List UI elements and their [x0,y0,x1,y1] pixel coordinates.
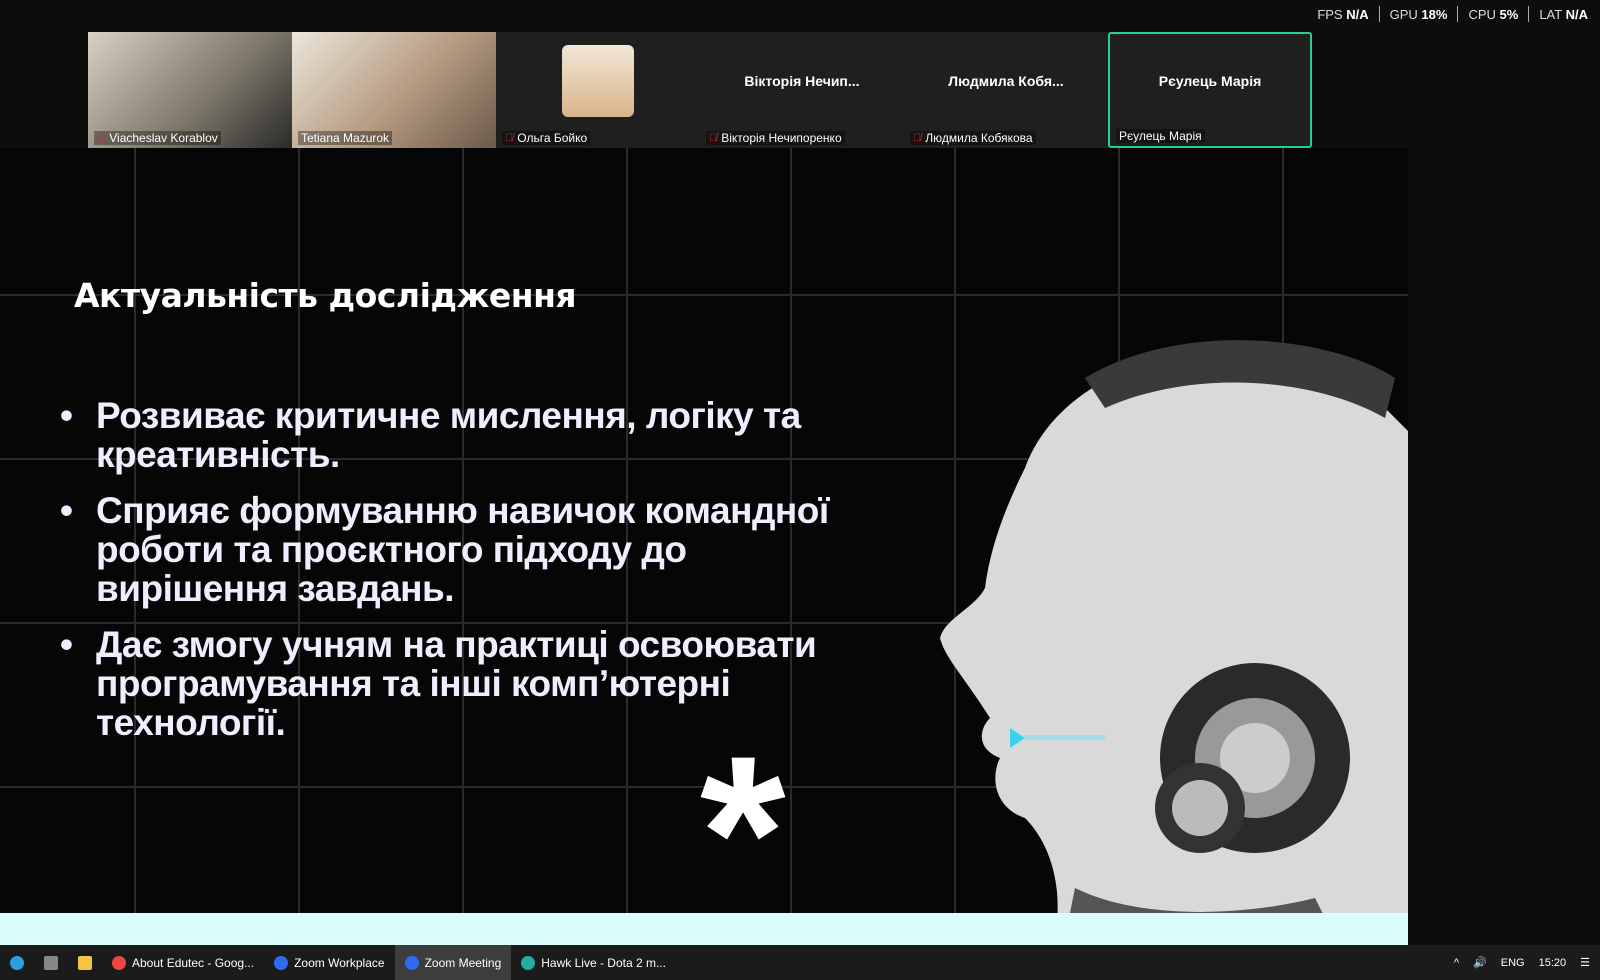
participant-name: Вікторія Нечипоренко [721,131,842,145]
participant-display-name: Рєулець Марія [1158,73,1262,89]
taskbar-item-hawk-live[interactable]: Hawk Live - Dota 2 m... [511,945,676,980]
avatar [562,45,634,117]
participant-display-name: Людмила Кобя... [948,73,1064,89]
performance-stats: FPS N/A GPU 18% CPU 5% LAT N/A [1317,6,1588,22]
slide-title: Актуальність дослідження [74,276,577,315]
zoom-icon [404,955,419,970]
asterisk-decoration: * [700,710,786,945]
system-tray: ^ 🔊 ENG 15:20 ☰ [1454,945,1590,980]
fps-label: FPS [1317,6,1343,22]
taskbar: About Edutec - Goog... Zoom Workplace Zo… [0,945,1600,980]
participant-tile[interactable]: Tetiana Mazurok [292,32,496,148]
calculator-icon [44,955,58,970]
participant-strip: 🎙̸ Viacheslav Korablov Tetiana Mazurok 🎙̸… [88,32,1312,148]
edge-icon [10,955,24,970]
clock[interactable]: 15:20 [1539,957,1567,969]
participant-tile[interactable]: Вікторія Нечип... 🎙̸ Вікторія Нечипоренко [700,32,904,148]
volume-icon[interactable]: 🔊 [1473,956,1487,969]
divider [1457,6,1459,22]
slide-footer-strip [0,913,1408,945]
participant-display-name: Вікторія Нечип... [744,73,860,89]
participant-tile[interactable]: 🎙̸ Ольга Бойко [496,32,700,148]
taskbar-item-zoom-meeting[interactable]: Zoom Meeting [394,945,512,980]
divider [1378,6,1380,22]
participant-tile[interactable]: Людмила Кобя... 🎙̸ Людмила Кобякова [904,32,1108,148]
notifications-icon[interactable]: ☰ [1580,956,1590,969]
gpu-label: GPU [1389,6,1418,22]
folder-icon [78,955,92,970]
file-explorer-button[interactable] [68,945,102,980]
mic-muted-icon: 🎙̸ [505,132,514,144]
chrome-icon [112,955,126,970]
taskbar-item-chrome[interactable]: About Edutec - Goog... [102,945,264,980]
participant-name: Viacheslav Korablov [109,131,218,145]
lat-value: N/A [1565,6,1588,22]
participant-name: Ольга Бойко [517,131,588,145]
participant-tile-active[interactable]: Рєулець Марія Рєулець Марія [1108,32,1312,148]
taskbar-label: About Edutec - Goog... [132,955,255,970]
participant-name: Tetiana Mazurok [301,131,390,145]
taskbar-item-zoom-workplace[interactable]: Zoom Workplace [264,945,394,980]
gpu-value: 18% [1421,6,1448,22]
lat-label: LAT [1539,6,1562,22]
cpu-value: 5% [1499,6,1519,22]
taskbar-label: Hawk Live - Dota 2 m... [541,955,666,970]
participant-tile[interactable]: 🎙̸ Viacheslav Korablov [88,32,292,148]
participant-name: Рєулець Марія [1119,129,1202,143]
edge-icon [521,955,536,970]
cpu-label: CPU [1468,6,1496,22]
mic-muted-icon: 🎙̸ [97,132,106,144]
start-button[interactable] [0,945,34,980]
robot-head-image [940,340,1408,938]
shared-slide: Актуальність дослідження Розвиває критич… [0,148,1408,945]
bullet-item: Сприяє формуванню навичок командної робо… [60,491,860,608]
bullet-list: Розвиває критичне мислення, логіку та кр… [60,396,860,759]
divider [1528,6,1530,22]
calculator-button[interactable] [34,945,68,980]
taskbar-label: Zoom Workplace [294,955,385,970]
mic-muted-icon: 🎙̸ [913,132,922,144]
mic-muted-icon: 🎙̸ [709,132,718,144]
taskbar-label: Zoom Meeting [424,955,502,970]
bullet-item: Розвиває критичне мислення, логіку та кр… [60,396,860,474]
fps-value: N/A [1346,6,1369,22]
chevron-up-icon[interactable]: ^ [1454,957,1459,969]
language-indicator[interactable]: ENG [1501,957,1525,969]
participant-name: Людмила Кобякова [925,131,1033,145]
zoom-icon [274,955,289,970]
